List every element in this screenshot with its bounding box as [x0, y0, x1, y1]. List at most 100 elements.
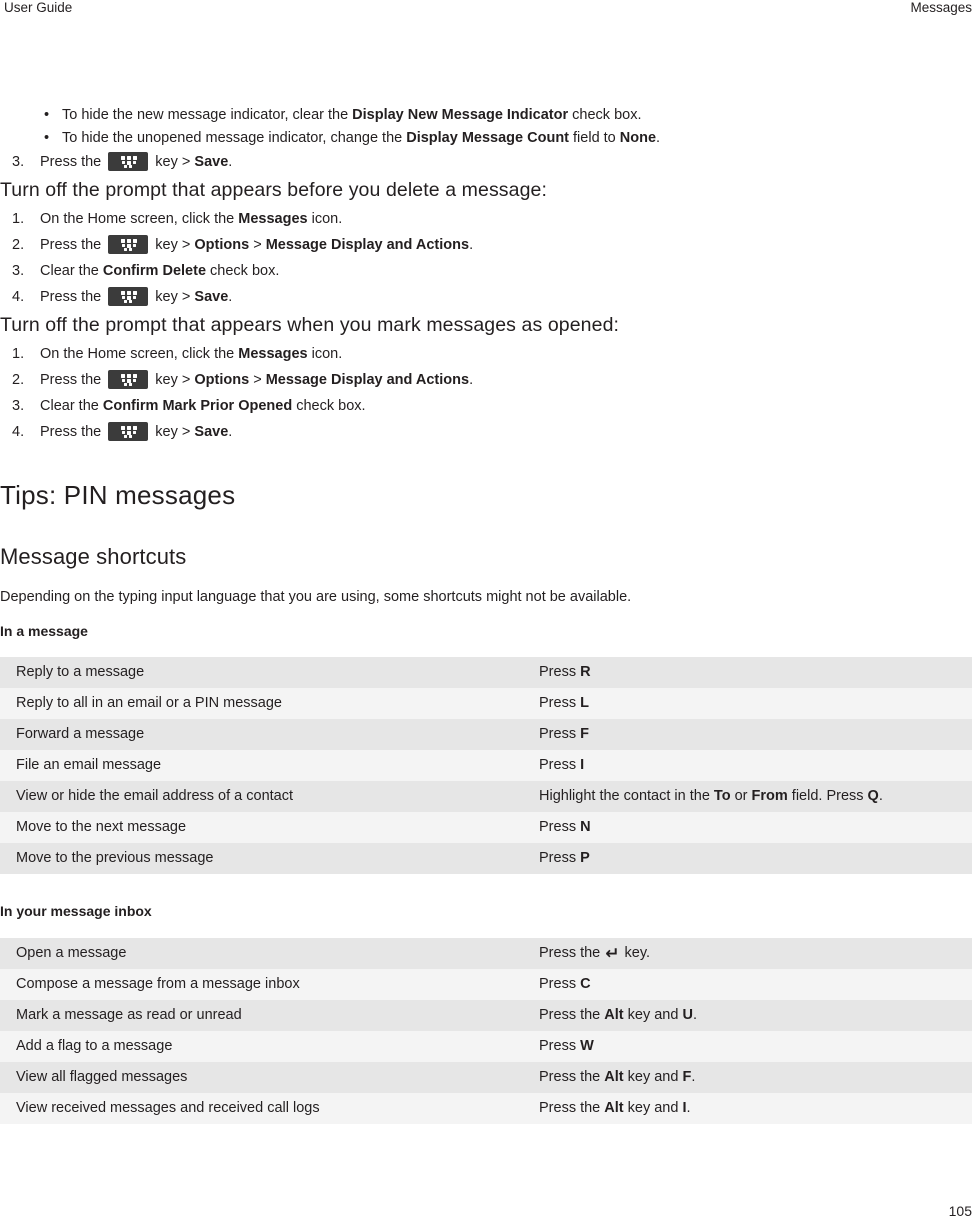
list-item: 2. Press the key > Options > Message Disp…: [0, 367, 974, 393]
shortcut-key-2: From: [751, 788, 788, 804]
step-text: Press the: [40, 424, 106, 440]
shortcut-text-end: .: [691, 1069, 696, 1085]
shortcut-text: Press: [539, 757, 581, 773]
table-cell-shortcut: Press C: [523, 969, 972, 1000]
table-row: Reply to a message Press R: [0, 657, 972, 688]
table-cell-shortcut: Press L: [523, 688, 972, 719]
bullet-text-end: check box.: [568, 107, 642, 123]
step-text: Press the: [40, 237, 106, 253]
table-cell-action: Move to the next message: [0, 812, 523, 843]
shortcut-text-end: key.: [620, 945, 651, 961]
step-bold-2: Message Display and Actions: [265, 237, 470, 253]
list-item: • To hide the new message indicator, clea…: [0, 104, 974, 127]
table-row: Reply to all in an email or a PIN messag…: [0, 688, 972, 719]
step-bold: Confirm Mark Prior Opened: [102, 398, 293, 414]
table-row: Mark a message as read or unread Press t…: [0, 1000, 972, 1031]
shortcut-text: Press: [539, 1038, 581, 1054]
shortcut-key: Alt: [604, 1100, 624, 1116]
step-text-mid: key >: [151, 424, 195, 440]
bullet-text: To hide the new message indicator, clear…: [62, 107, 353, 123]
table-cell-shortcut: Press W: [523, 1031, 972, 1062]
step-text-end: .: [228, 289, 233, 305]
step-bold: Save: [194, 154, 229, 170]
step-text-mid: key >: [151, 372, 195, 388]
shortcut-key-2: U: [682, 1007, 693, 1023]
step-bold: Messages: [238, 211, 308, 227]
step-number: 4.: [12, 424, 25, 440]
table-cell-action: View or hide the email address of a cont…: [0, 781, 523, 812]
step-number: 2.: [12, 237, 25, 253]
blackberry-menu-key-icon: [108, 370, 149, 389]
step-number: 1.: [12, 346, 25, 362]
shortcut-text-mid: key and: [623, 1007, 683, 1023]
blackberry-menu-key-icon: [108, 235, 149, 254]
step-text-mid: key >: [151, 237, 195, 253]
table-cell-action: Add a flag to a message: [0, 1031, 523, 1062]
step-bold-2: Message Display and Actions: [265, 372, 470, 388]
step-bold: Confirm Delete: [102, 263, 207, 279]
shortcut-key: R: [580, 664, 591, 680]
shortcut-key: C: [580, 976, 591, 992]
table-row: View all flagged messages Press the Alt …: [0, 1062, 972, 1093]
step-bold: Save: [194, 289, 229, 305]
step-number: 3.: [12, 263, 25, 279]
list-item: 4. Press the key > Save.: [0, 284, 974, 310]
blackberry-menu-key-icon: [108, 152, 149, 171]
table-row: Open a message Press the ↵ key.: [0, 938, 972, 969]
step-bold: Options: [194, 372, 250, 388]
shortcut-key: To: [713, 788, 731, 804]
bullet-icon: •: [44, 129, 50, 146]
list-item: 1. On the Home screen, click the Messages…: [0, 206, 974, 232]
step-text-end: .: [228, 154, 233, 170]
step-text-end: .: [469, 372, 474, 388]
table-row: File an email message Press I: [0, 750, 972, 781]
step-text: Press the: [40, 289, 106, 305]
list-item: 4. Press the key > Save.: [0, 419, 974, 445]
shortcut-key: Alt: [604, 1007, 624, 1023]
shortcut-text: Press the: [539, 1069, 605, 1085]
shortcut-text-end: .: [692, 1007, 697, 1023]
table-cell-action: Mark a message as read or unread: [0, 1000, 523, 1031]
page-content: • To hide the new message indicator, clea…: [0, 104, 974, 1124]
table-cell-shortcut: Press N: [523, 812, 972, 843]
shortcut-text: Press: [539, 850, 581, 866]
procedure-heading: Turn off the prompt that appears before …: [0, 179, 548, 201]
step-text-mid-2: >: [249, 237, 266, 253]
table-row: View or hide the email address of a cont…: [0, 781, 972, 812]
bullet-icon: •: [44, 107, 50, 123]
table2-caption: In your message inbox: [0, 903, 152, 919]
shortcut-text: Press: [539, 695, 581, 711]
shortcut-text: Press the: [539, 1007, 605, 1023]
table-cell-shortcut: Highlight the contact in the To or From …: [523, 781, 972, 812]
shortcut-text: Press: [539, 664, 581, 680]
table-cell-shortcut: Press the Alt key and U.: [523, 1000, 972, 1031]
shortcut-text: Press: [539, 726, 581, 742]
running-head: User Guide Messages: [0, 0, 974, 20]
step-text-end: icon.: [307, 346, 343, 362]
step-bold: Save: [194, 424, 229, 440]
table-cell-action: Move to the previous message: [0, 843, 523, 874]
list-item: 3. Press the key > Save.: [0, 149, 974, 175]
table-row: Move to the previous message Press P: [0, 843, 972, 874]
bullet-text: To hide the unopened message indicator, …: [62, 129, 407, 146]
shortcut-text: Press the: [539, 1100, 605, 1116]
step-text-end: .: [228, 424, 233, 440]
shortcut-text-end: .: [878, 788, 883, 804]
step-text-end: check box.: [206, 263, 280, 279]
bullet-text-end: .: [656, 129, 661, 146]
shortcut-key: L: [580, 695, 589, 711]
step-bold: Options: [194, 237, 250, 253]
table-cell-action: Open a message: [0, 938, 523, 969]
step-text: Press the: [40, 372, 106, 388]
bullet-text-mid: field to: [569, 129, 620, 146]
list-item: • To hide the unopened message indicator,…: [0, 127, 974, 150]
bullet-bold: Display New Message Indicator: [352, 107, 569, 123]
table-cell-shortcut: Press I: [523, 750, 972, 781]
shortcut-text-mid: key and: [623, 1069, 683, 1085]
table1-caption: In a message: [0, 623, 88, 639]
table-row: View received messages and received call…: [0, 1093, 972, 1124]
step-number: 4.: [12, 289, 25, 305]
intro-bullet-list: • To hide the new message indicator, clea…: [0, 104, 974, 149]
table-cell-action: View all flagged messages: [0, 1062, 523, 1093]
table-cell-shortcut: Press P: [523, 843, 972, 874]
